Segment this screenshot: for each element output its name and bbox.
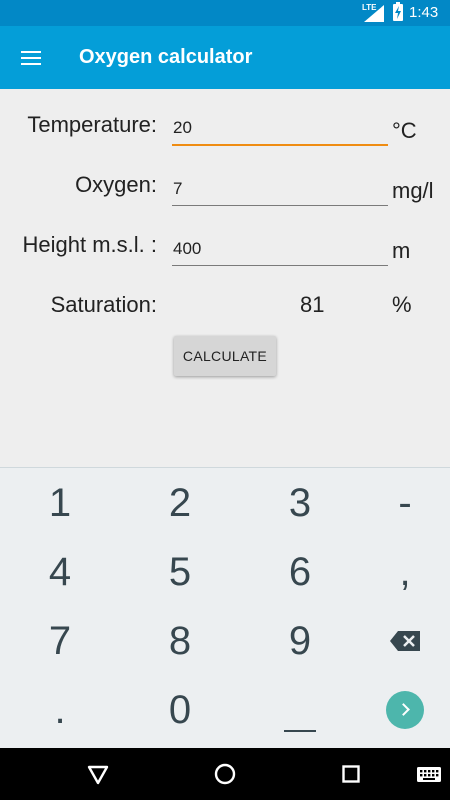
temperature-label: Temperature:: [27, 112, 157, 137]
key-8[interactable]: 8: [120, 607, 240, 675]
temperature-unit: °C: [392, 118, 417, 143]
oxygen-unit: mg/l: [392, 178, 434, 203]
battery-charging-icon: [393, 2, 403, 21]
key-5[interactable]: 5: [120, 538, 240, 606]
oxygen-label: Oxygen:: [75, 172, 157, 197]
saturation-value: 81: [300, 292, 325, 317]
key-1[interactable]: 1: [0, 469, 120, 537]
home-icon[interactable]: [209, 758, 241, 790]
clock: 1:43: [409, 4, 439, 21]
navigation-bar: [0, 748, 450, 800]
saturation-unit: %: [392, 292, 412, 317]
temperature-input[interactable]: [172, 112, 388, 146]
oxygen-input[interactable]: [172, 172, 388, 206]
key-2[interactable]: 2: [120, 469, 240, 537]
height-unit: m: [392, 238, 411, 263]
app-title: Oxygen calculator: [79, 46, 253, 68]
key-4[interactable]: 4: [0, 538, 120, 606]
height-input[interactable]: [172, 232, 388, 266]
hamburger-menu-icon[interactable]: [12, 38, 52, 78]
key-comma[interactable]: ,: [360, 538, 450, 606]
recents-icon[interactable]: [335, 758, 367, 790]
key-3[interactable]: 3: [240, 469, 360, 537]
key-period[interactable]: .: [0, 676, 120, 744]
key-9[interactable]: 9: [240, 607, 360, 675]
go-icon[interactable]: [386, 691, 424, 729]
app-bar: Oxygen calculator: [0, 26, 450, 89]
backspace-icon[interactable]: [360, 607, 450, 675]
saturation-label: Saturation:: [50, 292, 157, 317]
key-minus[interactable]: -: [360, 469, 450, 537]
height-label: Height m.s.l. :: [22, 232, 157, 257]
key-7[interactable]: 7: [0, 607, 120, 675]
numeric-keyboard: 1 2 3 - 4 5 6 , 7 8 9 . 0: [0, 467, 450, 748]
status-bar: LTE 1:43: [0, 0, 450, 26]
key-6[interactable]: 6: [240, 538, 360, 606]
key-0[interactable]: 0: [120, 676, 240, 744]
network-type: LTE: [362, 3, 377, 12]
calculate-button[interactable]: CALCULATE: [174, 336, 276, 376]
back-icon[interactable]: [82, 758, 114, 790]
keyboard-switch-icon[interactable]: [413, 758, 445, 790]
space-icon[interactable]: [284, 730, 316, 732]
